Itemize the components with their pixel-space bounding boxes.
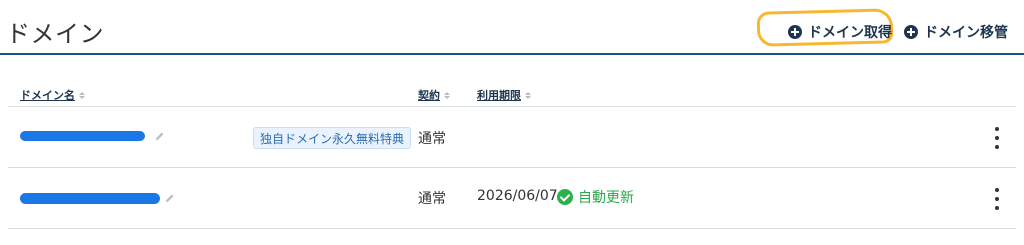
table-divider xyxy=(8,106,1016,107)
expiry-date: 2026/06/07 xyxy=(477,188,558,204)
edit-pencil-icon[interactable] xyxy=(154,131,165,142)
contract-type: 通常 xyxy=(418,131,446,147)
acquire-domain-button[interactable]: ドメイン取得 xyxy=(786,18,894,46)
auto-renew-status: 自動更新 xyxy=(557,187,634,207)
column-label: 契約 xyxy=(418,89,440,102)
edit-pencil-icon[interactable] xyxy=(164,193,175,204)
table-divider xyxy=(8,167,1016,168)
title-divider xyxy=(0,53,1024,55)
auto-renew-label: 自動更新 xyxy=(578,190,634,206)
sort-icon xyxy=(79,91,85,99)
acquire-domain-label: ドメイン取得 xyxy=(808,25,892,41)
sort-icon xyxy=(525,91,531,99)
more-options-icon[interactable] xyxy=(992,127,1002,149)
check-circle-icon xyxy=(557,189,573,205)
column-label: ドメイン名 xyxy=(20,89,75,102)
column-header-contract[interactable]: 契約 xyxy=(418,87,450,103)
plus-circle-icon xyxy=(788,25,802,39)
transfer-domain-button[interactable]: ドメイン移管 xyxy=(902,18,1010,46)
column-label: 利用期限 xyxy=(477,89,521,102)
redacted-domain-name[interactable] xyxy=(20,131,145,141)
redacted-domain-name[interactable] xyxy=(20,193,160,204)
contract-type: 通常 xyxy=(418,191,446,207)
column-header-expiry[interactable]: 利用期限 xyxy=(477,87,531,103)
plus-circle-icon xyxy=(904,25,918,39)
more-options-icon[interactable] xyxy=(992,188,1002,210)
column-header-domain-name[interactable]: ドメイン名 xyxy=(20,87,85,103)
transfer-domain-label: ドメイン移管 xyxy=(924,25,1008,41)
sort-icon xyxy=(444,91,450,99)
header-actions: ドメイン取得 ドメイン移管 xyxy=(786,18,1010,46)
page-title: ドメイン xyxy=(6,20,104,48)
table-divider xyxy=(8,228,1016,229)
free-domain-badge: 独自ドメイン永久無料特典 xyxy=(253,127,412,149)
